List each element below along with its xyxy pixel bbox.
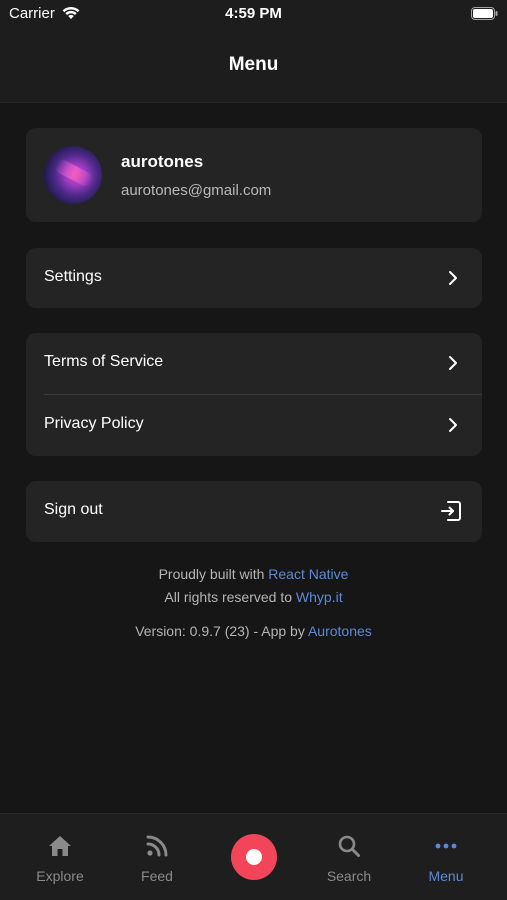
react-native-link[interactable]: React Native (268, 566, 348, 582)
signout-label: Sign out (44, 501, 103, 518)
avatar (44, 146, 102, 204)
version-label: Version: 0.9.7 (23) - App by (135, 623, 305, 639)
rss-icon (112, 834, 202, 860)
tab-explore[interactable]: Explore (15, 814, 105, 900)
clock-time: 4:59 PM (225, 5, 282, 22)
tab-menu[interactable]: Menu (401, 814, 491, 900)
privacy-label: Privacy Policy (44, 415, 144, 432)
signout-row[interactable]: Sign out (26, 481, 482, 541)
record-button[interactable] (231, 834, 277, 880)
chevron-right-icon (448, 270, 458, 291)
built-prefix: Proudly built with (158, 566, 265, 582)
settings-card: Settings (26, 248, 482, 308)
tab-search-label: Search (326, 868, 372, 884)
terms-row[interactable]: Terms of Service (26, 333, 482, 393)
settings-label: Settings (44, 268, 102, 285)
sign-out-icon (440, 500, 462, 527)
whyp-link[interactable]: Whyp.it (296, 589, 343, 605)
legal-card: Terms of Service Privacy Policy (26, 333, 482, 456)
rights-text: All rights reserved to Whyp.it (0, 589, 507, 605)
tab-search[interactable]: Search (304, 814, 394, 900)
page-title: Menu (228, 54, 279, 75)
tab-bar: Explore Feed Search Menu (0, 813, 507, 900)
version-text: Version: 0.9.7 (23) - App by Aurotones (0, 623, 507, 639)
settings-row[interactable]: Settings (26, 248, 482, 308)
tab-feed[interactable]: Feed (112, 814, 202, 900)
profile-email: aurotones@gmail.com (121, 182, 272, 199)
privacy-row[interactable]: Privacy Policy (26, 395, 482, 455)
profile-name: aurotones (121, 152, 204, 171)
search-icon (304, 834, 394, 860)
signout-card: Sign out (26, 481, 482, 542)
more-dots-icon (401, 834, 491, 860)
home-icon (15, 834, 105, 860)
record-icon (246, 849, 262, 865)
nav-header: Menu (0, 28, 507, 103)
rights-prefix: All rights reserved to (164, 589, 293, 605)
status-bar: Carrier 4:59 PM (0, 0, 507, 28)
tab-explore-label: Explore (36, 868, 84, 884)
terms-label: Terms of Service (44, 353, 164, 370)
tab-menu-label: Menu (428, 868, 464, 884)
tab-feed-label: Feed (141, 868, 173, 884)
profile-card[interactable]: aurotones aurotones@gmail.com (26, 128, 482, 222)
author-link[interactable]: Aurotones (308, 623, 372, 639)
chevron-right-icon (448, 355, 458, 376)
battery-icon (471, 7, 498, 25)
chevron-right-icon (448, 417, 458, 438)
menu-screen: Carrier 4:59 PM Menu aurotones aurotones… (0, 0, 507, 900)
built-with-text: Proudly built with React Native (0, 566, 507, 582)
